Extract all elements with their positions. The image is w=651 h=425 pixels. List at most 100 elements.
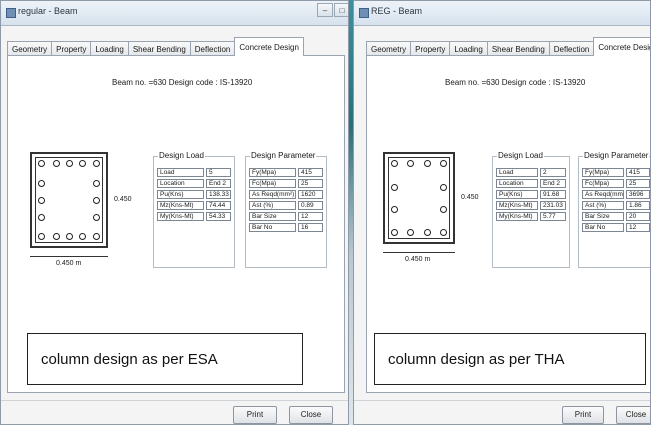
print-button[interactable]: Print xyxy=(562,406,604,424)
footer-divider xyxy=(1,400,348,401)
bar-no-row: Bar No 12 xyxy=(582,223,650,232)
left-beam-window: regular - Beam – □ Geometry Property Loa… xyxy=(0,0,349,425)
mz-label: Mz(Kns-Mt) xyxy=(157,201,204,210)
rebar xyxy=(66,160,73,167)
tab-property[interactable]: Property xyxy=(410,41,451,56)
design-load-title: Design Load xyxy=(497,151,544,160)
load-row: Load 2 xyxy=(496,168,566,177)
width-dimension-line xyxy=(383,252,455,253)
app-icon xyxy=(359,8,369,18)
rebar xyxy=(53,233,60,240)
location-value: End 2 xyxy=(206,179,231,188)
ast-row: Ast (%) 0.89 xyxy=(249,201,323,210)
fy-value: 415 xyxy=(626,168,650,177)
load-value: 2 xyxy=(540,168,566,177)
rebar xyxy=(93,233,100,240)
design-parameter-group: Design Parameter Fy(Mpa) 415 Fc(Mpa) 25 … xyxy=(578,151,650,268)
rebar xyxy=(407,160,414,167)
window-title: regular - Beam xyxy=(18,6,78,16)
rebar xyxy=(79,160,86,167)
rebar xyxy=(424,160,431,167)
caption-text: column design as per ESA xyxy=(41,351,218,368)
rebar xyxy=(93,160,100,167)
rebar xyxy=(440,160,447,167)
fy-row: Fy(Mpa) 415 xyxy=(582,168,650,177)
tab-shear-bending[interactable]: Shear Bending xyxy=(486,41,550,56)
tab-concrete-design[interactable]: Concrete Design xyxy=(234,37,304,56)
ast-label: Ast (%) xyxy=(582,201,624,210)
section-width-label: 0.450 m xyxy=(405,256,431,263)
section-depth-label: 0.450 xyxy=(461,194,479,201)
rebar xyxy=(407,229,414,236)
bar-no-label: Bar No xyxy=(582,223,624,232)
right-beam-window: REG - Beam Geometry Property Loading She… xyxy=(353,0,651,425)
design-load-title: Design Load xyxy=(158,151,205,160)
as-reqd-row: As Reqd(mm²) 1620 xyxy=(249,190,323,199)
my-value: 5.77 xyxy=(540,212,566,221)
my-label: My(Kns-Mt) xyxy=(157,212,204,221)
footer-divider xyxy=(354,400,650,401)
caption-text: column design as per THA xyxy=(388,351,565,368)
fc-value: 25 xyxy=(298,179,323,188)
pu-value: 91.68 xyxy=(540,190,566,199)
tab-concrete-design[interactable]: Concrete Design xyxy=(593,37,650,56)
pu-row: Pu(Kns) 138.33 xyxy=(157,190,231,199)
location-row: Location End 2 xyxy=(157,179,231,188)
ast-value: 0.89 xyxy=(298,201,323,210)
rebar xyxy=(93,180,100,187)
as-reqd-row: As Reqd(mm²) 3696 xyxy=(582,190,650,199)
rebar xyxy=(38,233,45,240)
rebar xyxy=(391,184,398,191)
design-parameter-title: Design Parameter xyxy=(583,151,650,160)
bar-no-value: 12 xyxy=(626,223,650,232)
tab-geometry[interactable]: Geometry xyxy=(7,41,53,56)
location-label: Location xyxy=(157,179,204,188)
location-value: End 2 xyxy=(540,179,566,188)
load-value: 5 xyxy=(206,168,231,177)
rebar xyxy=(38,197,45,204)
tab-loading[interactable]: Loading xyxy=(449,41,488,56)
fc-row: Fc(Mpa) 25 xyxy=(582,179,650,188)
rebar xyxy=(391,160,398,167)
close-button[interactable]: Close xyxy=(289,406,333,424)
print-button[interactable]: Print xyxy=(233,406,277,424)
title-bar[interactable]: REG - Beam xyxy=(354,1,650,26)
tab-geometry[interactable]: Geometry xyxy=(366,41,412,56)
rebar xyxy=(38,214,45,221)
rebar xyxy=(93,197,100,204)
bar-size-value: 12 xyxy=(298,212,323,221)
tab-deflection[interactable]: Deflection xyxy=(189,41,236,56)
tab-shear-bending[interactable]: Shear Bending xyxy=(127,41,191,56)
tab-loading[interactable]: Loading xyxy=(90,41,129,56)
fy-value: 415 xyxy=(298,168,323,177)
pu-label: Pu(Kns) xyxy=(496,190,538,199)
minimize-icon[interactable]: – xyxy=(317,3,333,17)
fc-label: Fc(Mpa) xyxy=(582,179,624,188)
tab-property[interactable]: Property xyxy=(51,41,92,56)
maximize-icon[interactable]: □ xyxy=(334,3,348,17)
load-label: Load xyxy=(157,168,204,177)
rebar xyxy=(440,206,447,213)
tab-deflection[interactable]: Deflection xyxy=(548,41,595,56)
close-button[interactable]: Close xyxy=(616,406,650,424)
column-section-diagram: 0.450 0.450 m xyxy=(383,152,483,272)
bar-no-value: 16 xyxy=(298,223,323,232)
design-load-group: Design Load Load 2 Location End 2 Pu(Kns… xyxy=(492,151,570,268)
as-reqd-label: As Reqd(mm²) xyxy=(249,190,296,199)
beam-title: Beam no. =630 Design code : IS-13920 xyxy=(445,78,586,87)
fc-label: Fc(Mpa) xyxy=(249,179,296,188)
design-load-group: Design Load Load 5 Location End 2 Pu(Kns… xyxy=(153,151,235,268)
bar-size-value: 20 xyxy=(626,212,650,221)
pu-value: 138.33 xyxy=(206,190,231,199)
ast-label: Ast (%) xyxy=(249,201,296,210)
section-depth-label: 0.450 xyxy=(114,196,132,203)
as-reqd-value: 1620 xyxy=(298,190,323,199)
rebar xyxy=(38,160,45,167)
tab-strip: Geometry Property Loading Shear Bending … xyxy=(7,34,304,56)
design-parameter-title: Design Parameter xyxy=(250,151,317,160)
rebar xyxy=(93,214,100,221)
bar-no-row: Bar No 16 xyxy=(249,223,323,232)
title-bar[interactable]: regular - Beam – □ xyxy=(1,1,348,26)
caption-box: column design as per ESA xyxy=(27,333,303,385)
ast-row: Ast (%) 1.86 xyxy=(582,201,650,210)
